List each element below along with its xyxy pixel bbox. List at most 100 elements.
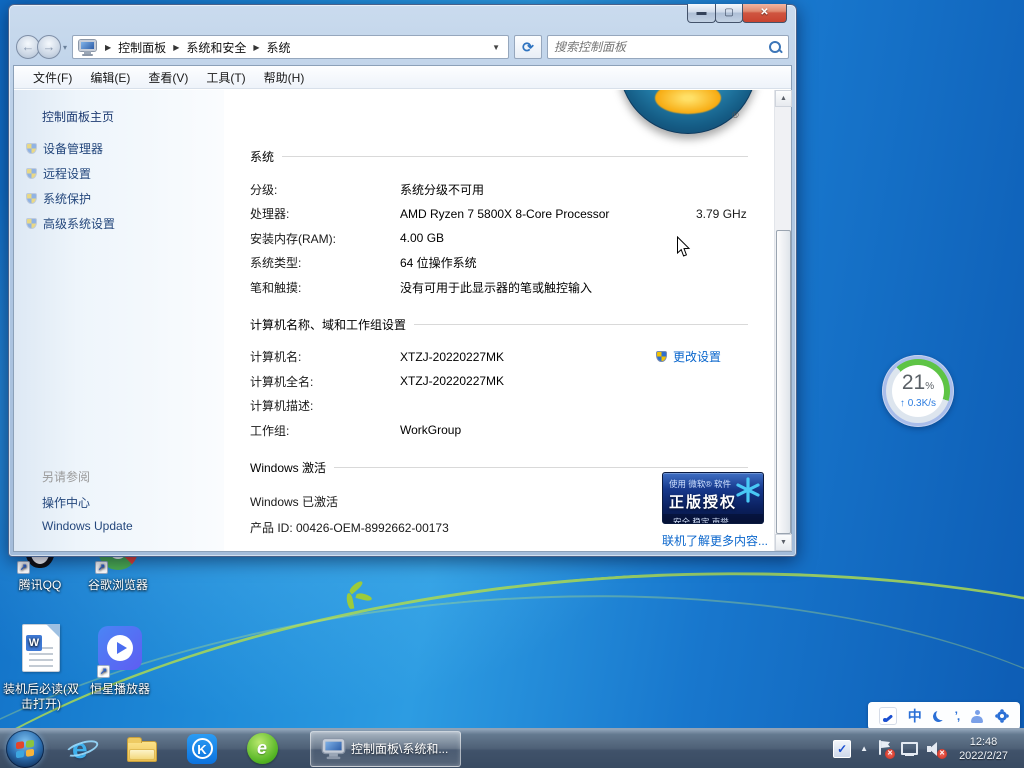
- sidebar-item-device-manager[interactable]: 设备管理器: [26, 140, 103, 157]
- search-input[interactable]: [554, 40, 768, 54]
- taskbar-360-browser-button[interactable]: e: [242, 730, 282, 768]
- desktop-icon-label: 腾讯QQ: [0, 578, 80, 593]
- volume-muted-icon[interactable]: ✕: [927, 741, 944, 757]
- error-badge-icon: ✕: [885, 749, 895, 759]
- mouse-cursor: [676, 236, 691, 258]
- clock-time: 12:48: [959, 735, 1008, 749]
- k-music-icon: K: [187, 734, 217, 764]
- minimize-icon: ▬: [697, 7, 707, 18]
- sidebar-item-advanced-settings[interactable]: 高级系统设置: [26, 215, 115, 232]
- search-icon[interactable]: [768, 40, 782, 54]
- minimize-button[interactable]: ▬: [687, 4, 716, 23]
- sidebar-item-windows-update[interactable]: Windows Update: [42, 519, 133, 533]
- breadcrumb-item-control-panel[interactable]: 控制面板: [118, 39, 166, 56]
- desktop-icon-label: 恒星播放器: [80, 682, 160, 697]
- breadcrumb-separator-icon: ▶: [253, 43, 259, 52]
- desktop-icon-readme[interactable]: W 装机后必读(双击打开): [0, 624, 82, 712]
- refresh-icon: ⟳: [522, 39, 534, 55]
- scrollbar-thumb[interactable]: [776, 230, 791, 534]
- learn-more-online-link[interactable]: 联机了解更多内容...: [662, 532, 768, 549]
- uac-shield-icon: [26, 218, 37, 229]
- action-center-flag-icon[interactable]: ✕: [877, 740, 892, 757]
- user-dict-icon[interactable]: [970, 710, 984, 723]
- vertical-scrollbar[interactable]: ▲ ▼: [774, 90, 791, 551]
- history-dropdown-icon[interactable]: ▾: [63, 43, 67, 52]
- change-settings-link[interactable]: 更改设置: [673, 348, 721, 365]
- shortcut-arrow-icon: ↗: [17, 561, 30, 574]
- section-header-system: 系统: [224, 148, 774, 165]
- ime-logo-icon[interactable]: [879, 707, 897, 725]
- maximize-icon: ▢: [724, 7, 733, 18]
- taskbar-ie-button[interactable]: e: [62, 730, 102, 768]
- taskbar-k-music-button[interactable]: K: [182, 730, 222, 768]
- fullwidth-moon-icon[interactable]: [931, 709, 944, 722]
- system-window-icon: [323, 739, 344, 758]
- network-icon[interactable]: [901, 741, 918, 757]
- sidebar-item-system-protection[interactable]: 系统保护: [26, 190, 91, 207]
- net-speed-widget[interactable]: 21% ↑ 0.3K/s: [882, 355, 954, 427]
- forward-button[interactable]: →: [37, 35, 61, 59]
- start-button[interactable]: [6, 730, 44, 768]
- back-arrow-icon: ←: [22, 39, 35, 54]
- punctuation-icon[interactable]: ’,: [955, 709, 960, 723]
- upload-arrow-icon: ↑: [900, 398, 905, 409]
- desktop-icon-label: 装机后必读(双击打开): [0, 682, 82, 712]
- row-rating: 分级: 系统分级不可用: [224, 177, 774, 202]
- row-full-computer-name: 计算机全名: XTZJ-20220227MK: [224, 369, 774, 394]
- refresh-button[interactable]: ⟳: [514, 35, 542, 59]
- wallpaper-leaf: [355, 592, 372, 602]
- breadcrumb-item-system-security[interactable]: 系统和安全: [186, 39, 246, 56]
- uac-shield-icon: [26, 193, 37, 204]
- menu-help[interactable]: 帮助(H): [255, 69, 314, 86]
- taskbar-clock[interactable]: 12:48 2022/2/27: [953, 735, 1014, 763]
- breadcrumb-item-system[interactable]: 系统: [267, 39, 291, 56]
- scroll-up-button[interactable]: ▲: [775, 90, 792, 107]
- breadcrumb[interactable]: ▶ 控制面板 ▶ 系统和安全 ▶ 系统 ▼: [72, 35, 509, 59]
- breadcrumb-separator-icon: ▶: [173, 43, 179, 52]
- taskbar-active-window-button[interactable]: 控制面板\系统和...: [310, 731, 461, 767]
- computer-icon: [79, 40, 96, 55]
- show-hidden-icons-button[interactable]: ▲: [860, 744, 868, 753]
- genuine-software-badge: 使用 微软® 软件 正版授权 安全 稳定 声誉: [662, 472, 764, 524]
- folder-icon: [127, 741, 157, 762]
- ime-mode-chinese[interactable]: 中: [908, 706, 922, 726]
- desktop-icon-star-player[interactable]: ↗ 恒星播放器: [80, 624, 160, 697]
- menu-file[interactable]: 文件(F): [24, 69, 81, 86]
- scroll-down-button[interactable]: ▼: [775, 534, 792, 551]
- sidebar-item-remote-settings[interactable]: 远程设置: [26, 165, 91, 182]
- row-computer-name: 计算机名: XTZJ-20220227MK 更改设置: [224, 345, 774, 370]
- see-also-header: 另请参阅: [42, 468, 90, 485]
- row-memory: 安装内存(RAM): 4.00 GB: [224, 226, 774, 251]
- taskbar: e K e 控制面板\系统和... ✓ ▲ ✕ ✕ 12:48 2022/2/2…: [0, 728, 1024, 768]
- taskbar-explorer-button[interactable]: [122, 730, 162, 768]
- maximize-button[interactable]: ▢: [715, 4, 743, 23]
- menu-tools[interactable]: 工具(T): [197, 69, 254, 86]
- wallpaper-leaf: [346, 593, 355, 610]
- genuine-spark-icon: [735, 477, 761, 503]
- menu-view[interactable]: 查看(V): [139, 69, 197, 86]
- close-button[interactable]: ✕: [742, 4, 787, 23]
- change-settings[interactable]: 更改设置: [656, 348, 748, 365]
- ime-language-bar: 中 ’,: [868, 702, 1020, 730]
- desktop: ↗ 腾讯QQ ↗ 谷歌浏览器 W 装机后必读(双击打开) ↗ 恒星播放器 ▬ ▢: [0, 0, 1024, 768]
- system-tray: ✓ ▲ ✕ ✕ 12:48 2022/2/27: [833, 735, 1024, 763]
- ime-settings-gear-icon[interactable]: [997, 711, 1007, 721]
- usage-percent: 21: [902, 371, 925, 394]
- menu-edit[interactable]: 编辑(E): [81, 69, 139, 86]
- row-system-type: 系统类型: 64 位操作系统: [224, 251, 774, 276]
- uac-shield-icon: [26, 168, 37, 179]
- menu-bar: 文件(F) 编辑(E) 查看(V) 工具(T) 帮助(H): [14, 66, 791, 89]
- sidebar-item-action-center[interactable]: 操作中心: [42, 494, 90, 511]
- window-controls: ▬ ▢ ✕: [688, 4, 787, 23]
- row-computer-description: 计算机描述:: [224, 394, 774, 419]
- ime-tray-icon[interactable]: ✓: [833, 740, 851, 758]
- row-processor: 处理器: AMD Ryzen 7 5800X 8-Core Processor …: [224, 202, 774, 227]
- address-dropdown-icon[interactable]: ▼: [488, 43, 504, 52]
- sidebar-item-home[interactable]: 控制面板主页: [42, 108, 114, 125]
- rating-unavailable-link[interactable]: 系统分级不可用: [400, 181, 748, 198]
- scroll-down-icon: ▼: [780, 539, 787, 546]
- breadcrumb-separator-icon: ▶: [105, 43, 111, 52]
- row-pen-touch: 笔和触摸: 没有可用于此显示器的笔或触控输入: [224, 275, 774, 300]
- close-icon: ✕: [760, 7, 768, 18]
- search-box: [547, 35, 789, 59]
